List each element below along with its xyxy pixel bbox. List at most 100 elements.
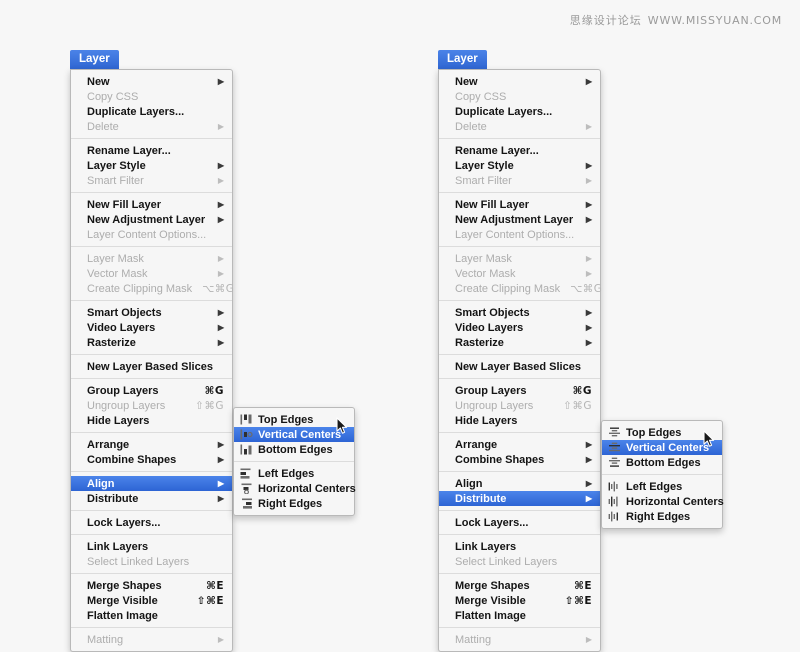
distribute-left-edges-icon (608, 481, 621, 492)
menu-item-layer-style[interactable]: Layer Style ▶ (439, 158, 600, 173)
menu-item-hide-layers[interactable]: Hide Layers (439, 413, 600, 428)
menu-item-align[interactable]: Align ▶ (71, 476, 232, 491)
chevron-right-icon: ▶ (585, 322, 592, 332)
menu-item-duplicate-layers[interactable]: Duplicate Layers... (71, 104, 232, 119)
submenu-item-vertical-centers[interactable]: Vertical Centers (234, 427, 354, 442)
menu-item-smart-objects[interactable]: Smart Objects ▶ (71, 305, 232, 320)
chevron-right-icon: ▶ (585, 268, 592, 278)
menu-item-distribute[interactable]: Distribute ▶ (439, 491, 600, 506)
submenu-item-left-edges[interactable]: Left Edges (234, 466, 354, 481)
menubar-title-layer[interactable]: Layer (70, 50, 119, 69)
menu-separator (71, 300, 232, 301)
menu-separator (71, 432, 232, 433)
menu-item-new-layer-based-slices[interactable]: New Layer Based Slices (439, 359, 600, 374)
submenu-item-horizontal-centers[interactable]: Horizontal Centers (602, 494, 724, 509)
menu-item-vector-mask: Vector Mask ▶ (71, 266, 232, 281)
menubar-title-layer[interactable]: Layer (438, 50, 487, 69)
menu-item-new[interactable]: New ▶ (71, 74, 232, 89)
menu-item-flatten-image[interactable]: Flatten Image (439, 608, 600, 623)
menu-item-shortcut: ⌘G (204, 384, 224, 397)
menu-item-lock-layers[interactable]: Lock Layers... (71, 515, 232, 530)
menu-separator (439, 534, 600, 535)
menu-item-hide-layers[interactable]: Hide Layers (71, 413, 232, 428)
menu-item-link-layers[interactable]: Link Layers (71, 539, 232, 554)
menu-item-label: New Layer Based Slices (455, 360, 581, 373)
menu-item-label: Vector Mask (87, 267, 148, 280)
menu-item-merge-visible[interactable]: Merge Visible ⇧⌘E (71, 593, 232, 608)
submenu-item-vertical-centers[interactable]: Vertical Centers (602, 440, 722, 455)
chevron-right-icon: ▶ (585, 454, 592, 464)
submenu-item-label: Vertical Centers (626, 441, 710, 454)
menu-item-label: Create Clipping Mask (87, 282, 193, 295)
menu-item-label: Delete (455, 120, 487, 133)
menu-item-distribute[interactable]: Distribute ▶ (71, 491, 232, 506)
menu-separator (71, 138, 232, 139)
distribute-right-edges-icon (608, 511, 621, 522)
menu-item-new-adjustment-layer[interactable]: New Adjustment Layer ▶ (71, 212, 232, 227)
menu-item-combine-shapes[interactable]: Combine Shapes ▶ (439, 452, 600, 467)
submenu-item-left-edges[interactable]: Left Edges (602, 479, 722, 494)
menu-item-label: Layer Style (455, 159, 514, 172)
menu-item-duplicate-layers[interactable]: Duplicate Layers... (439, 104, 600, 119)
menu-item-label: Combine Shapes (455, 453, 545, 466)
menu-item-video-layers[interactable]: Video Layers ▶ (439, 320, 600, 335)
menu-item-lock-layers[interactable]: Lock Layers... (439, 515, 600, 530)
menu-item-smart-objects[interactable]: Smart Objects ▶ (439, 305, 600, 320)
menu-item-arrange[interactable]: Arrange ▶ (71, 437, 232, 452)
menu-item-label: Align (455, 477, 483, 490)
menu-item-new-fill-layer[interactable]: New Fill Layer ▶ (439, 197, 600, 212)
submenu-item-top-edges[interactable]: Top Edges (602, 425, 722, 440)
menu-item-label: Hide Layers (87, 414, 150, 427)
submenu-item-right-edges[interactable]: Right Edges (234, 496, 354, 511)
submenu-separator (234, 461, 354, 462)
menu-item-create-clipping-mask: Create Clipping Mask ⌥⌘G (439, 281, 602, 296)
chevron-right-icon: ▶ (217, 175, 224, 185)
menu-item-link-layers[interactable]: Link Layers (439, 539, 600, 554)
submenu-item-bottom-edges[interactable]: Bottom Edges (234, 442, 354, 457)
menu-item-vector-mask: Vector Mask ▶ (439, 266, 600, 281)
menu-item-copy-css: Copy CSS (71, 89, 232, 104)
menu-item-merge-visible[interactable]: Merge Visible ⇧⌘E (439, 593, 600, 608)
submenu-item-top-edges[interactable]: Top Edges (234, 412, 354, 427)
menu-item-group-layers[interactable]: Group Layers ⌘G (439, 383, 600, 398)
menu-item-layer-style[interactable]: Layer Style ▶ (71, 158, 232, 173)
menu-separator (439, 471, 600, 472)
menu-item-label: Ungroup Layers (87, 399, 166, 412)
menu-item-label: Copy CSS (455, 90, 507, 103)
submenu-item-bottom-edges[interactable]: Bottom Edges (602, 455, 722, 470)
menu-item-rasterize[interactable]: Rasterize ▶ (71, 335, 232, 350)
submenu-item-label: Horizontal Centers (258, 482, 356, 495)
submenu-item-label: Left Edges (258, 467, 315, 480)
menu-item-shortcut: ⌘E (206, 579, 224, 592)
menu-item-flatten-image[interactable]: Flatten Image (71, 608, 232, 623)
menu-item-label: Link Layers (455, 540, 517, 553)
menu-separator (71, 573, 232, 574)
submenu-item-horizontal-centers[interactable]: Horizontal Centers (234, 481, 356, 496)
menu-separator (439, 192, 600, 193)
menu-item-rename-layer[interactable]: Rename Layer... (71, 143, 232, 158)
chevron-right-icon: ▶ (217, 253, 224, 263)
submenu-item-right-edges[interactable]: Right Edges (602, 509, 722, 524)
submenu-item-label: Vertical Centers (258, 428, 342, 441)
menu-item-rasterize[interactable]: Rasterize ▶ (439, 335, 600, 350)
menu-item-combine-shapes[interactable]: Combine Shapes ▶ (71, 452, 232, 467)
menu-item-video-layers[interactable]: Video Layers ▶ (71, 320, 232, 335)
menu-item-group-layers[interactable]: Group Layers ⌘G (71, 383, 232, 398)
menu-item-select-linked-layers: Select Linked Layers (439, 554, 600, 569)
menu-item-align[interactable]: Align ▶ (439, 476, 600, 491)
menu-item-ungroup-layers: Ungroup Layers ⇧⌘G (439, 398, 600, 413)
layer-menu-panel: New ▶ Copy CSS Duplicate Layers... Delete ▶ Re… (70, 69, 234, 652)
menu-item-label: Layer Mask (455, 252, 512, 265)
menu-item-new-layer-based-slices[interactable]: New Layer Based Slices (71, 359, 232, 374)
menu-item-new-adjustment-layer[interactable]: New Adjustment Layer ▶ (439, 212, 600, 227)
menu-item-rename-layer[interactable]: Rename Layer... (439, 143, 600, 158)
chevron-right-icon: ▶ (585, 214, 592, 224)
menu-item-new-fill-layer[interactable]: New Fill Layer ▶ (71, 197, 232, 212)
chevron-right-icon: ▶ (217, 439, 224, 449)
menu-separator (439, 354, 600, 355)
menu-item-new[interactable]: New ▶ (439, 74, 600, 89)
menu-item-arrange[interactable]: Arrange ▶ (439, 437, 600, 452)
distribute-submenu: Top Edges Vertical Centers Bottom Edges Lef… (601, 420, 724, 529)
chevron-right-icon: ▶ (217, 160, 224, 170)
menu-item-smart-filter: Smart Filter ▶ (71, 173, 232, 188)
